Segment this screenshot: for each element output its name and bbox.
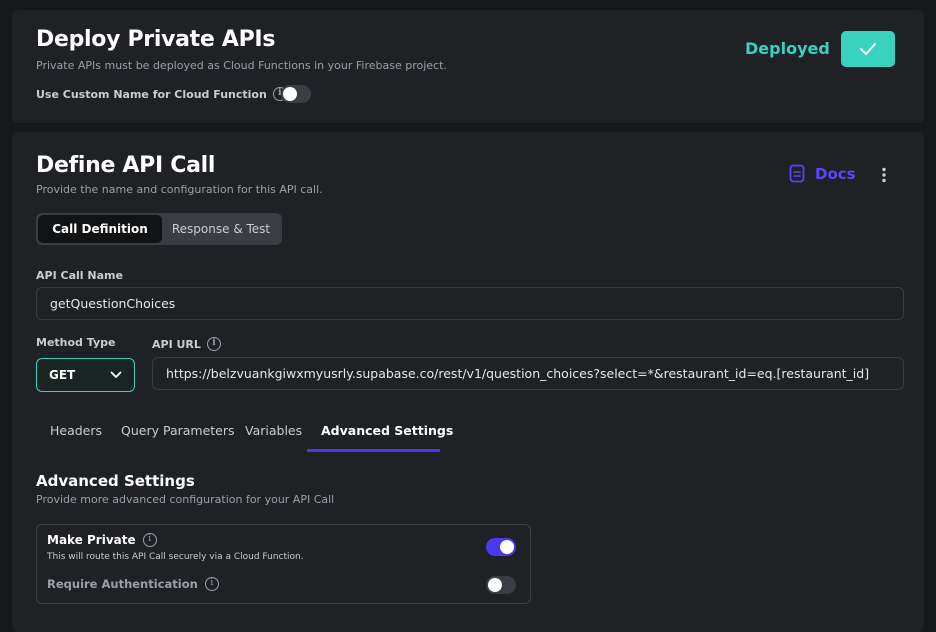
advanced-title: Advanced Settings — [36, 472, 195, 490]
method-type-select[interactable]: GET — [36, 358, 135, 392]
toggle-knob — [488, 578, 502, 592]
api-url-label: API URL — [152, 337, 201, 351]
require-auth-label: Require Authentication — [47, 577, 198, 591]
require-auth-toggle[interactable] — [486, 576, 516, 594]
deploy-title: Deploy Private APIs — [36, 27, 276, 52]
document-icon — [789, 164, 805, 183]
api-call-name-input[interactable]: getQuestionChoices — [36, 287, 904, 320]
define-title: Define API Call — [36, 153, 216, 178]
subtab-advanced-settings[interactable]: Advanced Settings — [321, 423, 453, 438]
make-private-row: Make Private i — [47, 533, 157, 547]
api-url-input[interactable]: https://belzvuankgiwxmyusrly.supabase.co… — [152, 357, 904, 390]
custom-name-label: Use Custom Name for Cloud Function — [36, 87, 267, 101]
info-icon[interactable]: i — [206, 337, 221, 351]
subtab-headers[interactable]: Headers — [50, 423, 102, 438]
check-icon — [860, 43, 876, 55]
deploy-subtitle: Private APIs must be deployed as Cloud F… — [36, 59, 447, 72]
advanced-subtitle: Provide more advanced configuration for … — [36, 493, 335, 506]
api-url-label-row: API URL i — [152, 337, 221, 351]
more-vertical-icon[interactable] — [880, 167, 888, 183]
custom-name-toggle[interactable] — [281, 85, 311, 103]
deploy-button[interactable] — [841, 31, 895, 67]
subtab-variables[interactable]: Variables — [245, 423, 302, 438]
docs-label: Docs — [815, 164, 856, 183]
method-type-value: GET — [49, 368, 76, 382]
make-private-description: This will route this API Call securely v… — [47, 552, 304, 562]
chevron-down-icon — [110, 371, 122, 378]
toggle-knob — [500, 540, 514, 554]
tab-call-definition[interactable]: Call Definition — [38, 215, 162, 243]
require-auth-row: Require Authentication i — [47, 577, 219, 591]
docs-link[interactable]: Docs — [789, 164, 856, 183]
method-type-label: Method Type — [36, 336, 116, 349]
subtab-query-parameters[interactable]: Query Parameters — [121, 423, 235, 438]
deploy-status: Deployed — [745, 39, 830, 58]
define-api-call-card: Define API Call Provide the name and con… — [12, 132, 924, 632]
active-subtab-indicator — [307, 449, 440, 452]
api-call-name-label: API Call Name — [36, 269, 123, 282]
advanced-settings-panel: Make Private i This will route this API … — [36, 524, 531, 604]
info-icon[interactable]: i — [142, 533, 157, 547]
deploy-private-apis-card: Deploy Private APIs Private APIs must be… — [12, 10, 924, 123]
make-private-toggle[interactable] — [486, 538, 516, 556]
make-private-label: Make Private — [47, 533, 136, 547]
toggle-knob — [283, 87, 297, 101]
define-subtitle: Provide the name and configuration for t… — [36, 183, 323, 196]
definition-tabs: Call Definition Response & Test — [36, 213, 282, 245]
tab-response-test[interactable]: Response & Test — [162, 215, 280, 243]
info-icon[interactable]: i — [204, 577, 219, 591]
custom-name-row: Use Custom Name for Cloud Function i — [36, 87, 287, 101]
